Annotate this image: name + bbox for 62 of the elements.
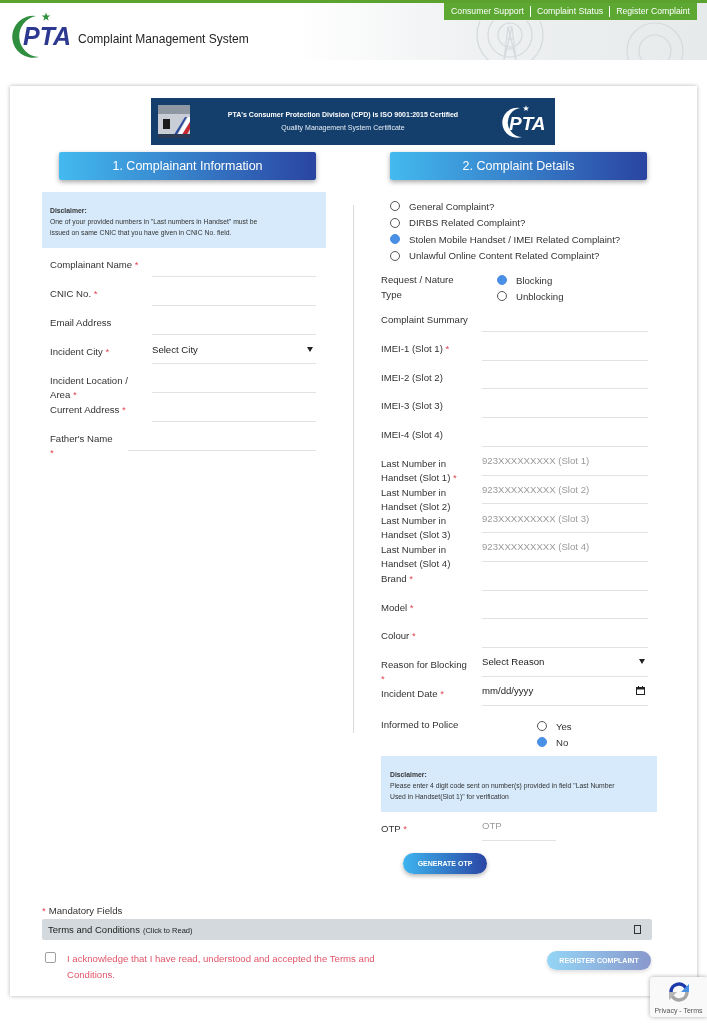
logo: PTA bbox=[498, 103, 548, 140]
field-label: Last Number in Handset (Slot 2) bbox=[381, 486, 451, 512]
radio-label: Stolen Mobile Handset / IMEI Related Complaint? bbox=[409, 233, 621, 245]
select-field[interactable]: Select City bbox=[152, 335, 316, 364]
select-field[interactable]: Select Reason bbox=[482, 648, 648, 677]
logo: PTA bbox=[8, 12, 78, 58]
input-field[interactable]: 923XXXXXXXXX (Slot 1) bbox=[482, 446, 648, 476]
field-label: Brand * bbox=[381, 572, 413, 584]
field-label: IMEI-1 (Slot 1) * bbox=[381, 342, 450, 354]
acknowledgement-text: I acknowledge that I have read, understood and accepted the Terms and Conditions. bbox=[67, 951, 376, 982]
checkbox[interactable] bbox=[45, 951, 56, 963]
field-label: Last Number in Handset (Slot 4) bbox=[381, 544, 451, 569]
field-label: Incident Date * bbox=[381, 687, 444, 699]
field-label: Last Number in Handset (Slot 3) bbox=[381, 515, 451, 541]
circular-arrows-icon bbox=[666, 980, 691, 1004]
field-label: Current Address * bbox=[50, 404, 126, 415]
field-label: Incident Location / Area * bbox=[50, 375, 128, 400]
caret-down-icon bbox=[639, 659, 645, 665]
radio-button[interactable] bbox=[537, 721, 547, 731]
radio-label: Unlawful Online Content Related Complaint? bbox=[409, 250, 600, 262]
radio-label: Blocking bbox=[516, 274, 553, 286]
radio-button[interactable] bbox=[390, 201, 400, 212]
field-label: Request / Nature Type bbox=[381, 274, 454, 300]
field-label: Incident City * bbox=[50, 346, 110, 357]
radio-label: DIRBS Related Complaint? bbox=[409, 217, 526, 229]
radio-label: No bbox=[556, 736, 569, 748]
input-field[interactable]: 923XXXXXXXXX (Slot 3) bbox=[482, 504, 648, 533]
field-label: Model * bbox=[381, 601, 414, 613]
input-field[interactable]: 923XXXXXXXXX (Slot 2) bbox=[482, 475, 648, 505]
calendar-icon bbox=[636, 686, 645, 696]
section-heading: 1. Complainant Information bbox=[59, 152, 316, 180]
certificate-badge-icon bbox=[158, 105, 190, 138]
field-label: Complainant Name * bbox=[50, 259, 139, 270]
field-label: CNIC No. * bbox=[50, 288, 98, 299]
field-label: IMEI-3 (Slot 3) bbox=[381, 400, 443, 412]
field-label: IMEI-2 (Slot 2) bbox=[381, 371, 443, 383]
field-label: Father's Name * bbox=[50, 433, 114, 460]
date-field[interactable]: mm/dd/yyyy bbox=[482, 676, 648, 706]
field-label: Last Number in Handset (Slot 1) * bbox=[381, 457, 457, 483]
mandatory-note: * Mandatory Fields bbox=[42, 903, 123, 918]
square-icon bbox=[634, 924, 641, 934]
radio-button[interactable] bbox=[497, 291, 507, 301]
field-label: Reason for Blocking * bbox=[381, 659, 467, 684]
radio-button[interactable] bbox=[390, 250, 400, 261]
input-field[interactable]: OTP bbox=[482, 812, 556, 841]
radio-label: General Complaint? bbox=[409, 200, 495, 212]
radio-label: Unblocking bbox=[516, 290, 564, 302]
field-label: Informed to Police bbox=[381, 718, 459, 730]
radio-button[interactable] bbox=[390, 234, 400, 245]
field-label: IMEI-4 (Slot 4) bbox=[381, 429, 443, 440]
radio-button[interactable] bbox=[390, 217, 400, 228]
radio-button[interactable] bbox=[537, 737, 547, 747]
site-title: Complaint Management System bbox=[78, 31, 249, 46]
field-label: Colour * bbox=[381, 630, 416, 642]
radio-button[interactable] bbox=[497, 275, 507, 285]
field-label: Email Address bbox=[50, 317, 112, 328]
input-field[interactable]: 923XXXXXXXXX (Slot 4) bbox=[482, 533, 648, 562]
caret-down-icon bbox=[307, 346, 313, 352]
field-label: OTP * bbox=[381, 823, 407, 834]
radio-label: Yes bbox=[556, 720, 572, 732]
section-heading: 2. Complaint Details bbox=[390, 152, 647, 180]
field-label: Complaint Summary bbox=[381, 314, 468, 325]
